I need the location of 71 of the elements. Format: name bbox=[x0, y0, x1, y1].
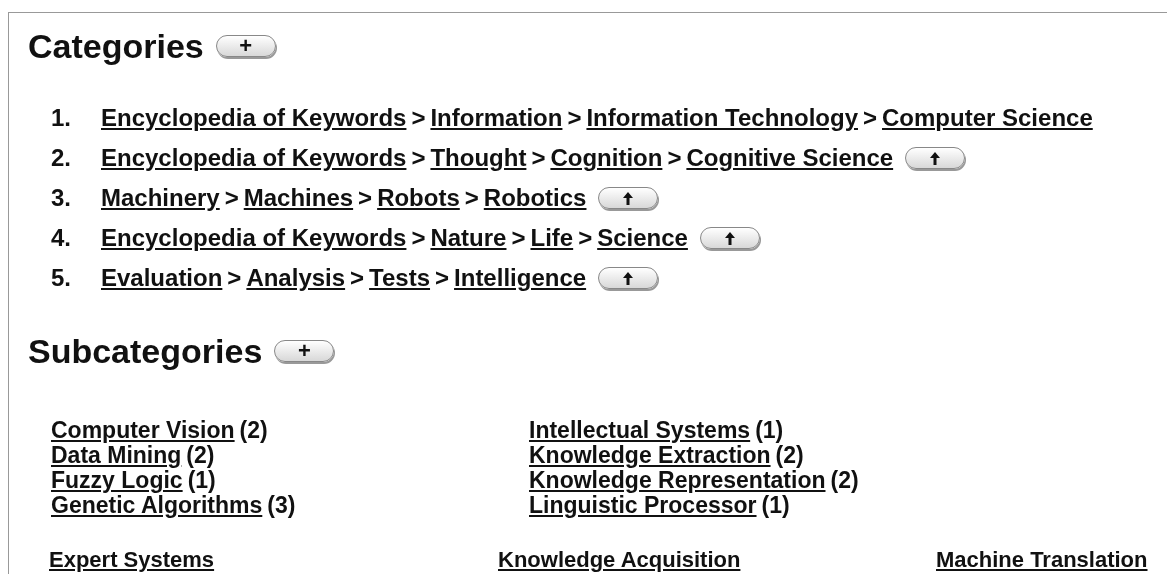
category-link[interactable]: Cognition bbox=[550, 146, 663, 170]
subcategory-link[interactable]: Fuzzy Logic bbox=[51, 469, 183, 492]
category-link[interactable]: Machines bbox=[243, 186, 354, 210]
list-number: 4. bbox=[51, 226, 72, 250]
category-link[interactable]: Nature bbox=[430, 226, 507, 250]
category-link[interactable]: Analysis bbox=[246, 266, 346, 290]
category-link[interactable]: Machinery bbox=[101, 186, 220, 210]
item-count: (3) bbox=[267, 494, 296, 517]
category-link[interactable]: Intelligence bbox=[454, 266, 587, 290]
subcategory-link[interactable]: Expert Systems bbox=[49, 547, 215, 572]
item-count: (2) bbox=[830, 469, 859, 492]
up-arrow-icon bbox=[724, 231, 735, 245]
category-link[interactable]: Information Technology bbox=[586, 106, 858, 130]
list-number: 5. bbox=[51, 266, 72, 290]
subcategory-link[interactable]: Computer Vision bbox=[51, 419, 235, 442]
breadcrumb-separator: > bbox=[227, 266, 242, 290]
category-link[interactable]: Encyclopedia of Keywords bbox=[101, 146, 407, 170]
item-count: (1) bbox=[187, 469, 216, 492]
item-count: (2) bbox=[775, 444, 804, 467]
list-number: 2. bbox=[51, 146, 72, 170]
subcategory-link[interactable]: Data Mining bbox=[51, 444, 182, 467]
breadcrumb-separator: > bbox=[464, 186, 479, 210]
category-link[interactable]: Evaluation bbox=[101, 266, 223, 290]
section-heading: Categories bbox=[28, 29, 204, 63]
category-link[interactable]: Cognitive Science bbox=[686, 146, 894, 170]
category-link[interactable]: Computer Science bbox=[882, 106, 1093, 130]
subcategory-link[interactable]: Knowledge Extraction bbox=[529, 444, 771, 467]
breadcrumb-separator: > bbox=[863, 106, 877, 130]
category-link[interactable]: Encyclopedia of Keywords bbox=[101, 226, 407, 250]
expand-button[interactable]: + bbox=[274, 340, 335, 362]
item-count: (1) bbox=[761, 494, 790, 517]
subcategory-link[interactable]: Genetic Algorithms bbox=[51, 494, 263, 517]
up-button[interactable] bbox=[598, 267, 659, 289]
up-button[interactable] bbox=[699, 227, 760, 249]
up-arrow-icon bbox=[623, 191, 634, 205]
breadcrumb-separator: > bbox=[531, 146, 546, 170]
breadcrumb-separator: > bbox=[567, 106, 582, 130]
category-link[interactable]: Encyclopedia of Keywords bbox=[101, 106, 407, 130]
category-link[interactable]: Life bbox=[530, 226, 574, 250]
breadcrumb-separator: > bbox=[578, 226, 593, 250]
up-button[interactable] bbox=[598, 187, 659, 209]
subcategory-link[interactable]: Intellectual Systems bbox=[529, 419, 751, 442]
category-link[interactable]: Tests bbox=[369, 266, 431, 290]
list-number: 3. bbox=[51, 186, 72, 210]
up-button[interactable] bbox=[905, 147, 966, 169]
item-count: (2) bbox=[186, 444, 215, 467]
breadcrumb-separator: > bbox=[350, 266, 365, 290]
up-arrow-icon bbox=[623, 271, 634, 285]
category-link[interactable]: Science bbox=[597, 226, 688, 250]
category-link[interactable]: Thought bbox=[430, 146, 527, 170]
item-count: (1) bbox=[755, 419, 784, 442]
category-link[interactable]: Information bbox=[430, 106, 563, 130]
expand-button[interactable]: + bbox=[215, 35, 276, 57]
breadcrumb-separator: > bbox=[435, 266, 450, 290]
breadcrumb-separator: > bbox=[411, 226, 426, 250]
item-count: (2) bbox=[239, 419, 268, 442]
section-heading: Subcategories bbox=[28, 334, 263, 368]
breadcrumb-separator: > bbox=[224, 186, 239, 210]
breadcrumb-separator: > bbox=[667, 146, 682, 170]
subcategory-link[interactable]: Knowledge Representation bbox=[529, 469, 826, 492]
subcategory-link[interactable]: Knowledge Acquisition bbox=[498, 547, 741, 572]
category-link[interactable]: Robotics bbox=[483, 186, 587, 210]
subcategory-link[interactable]: Machine Translation bbox=[936, 547, 1148, 572]
breadcrumb-separator: > bbox=[411, 146, 426, 170]
breadcrumb-separator: > bbox=[358, 186, 373, 210]
breadcrumb-separator: > bbox=[411, 106, 426, 130]
category-link[interactable]: Robots bbox=[377, 186, 460, 210]
subcategory-link[interactable]: Linguistic Processor bbox=[529, 494, 757, 517]
breadcrumb-separator: > bbox=[511, 226, 526, 250]
up-arrow-icon bbox=[930, 151, 941, 165]
list-number: 1. bbox=[51, 106, 72, 130]
